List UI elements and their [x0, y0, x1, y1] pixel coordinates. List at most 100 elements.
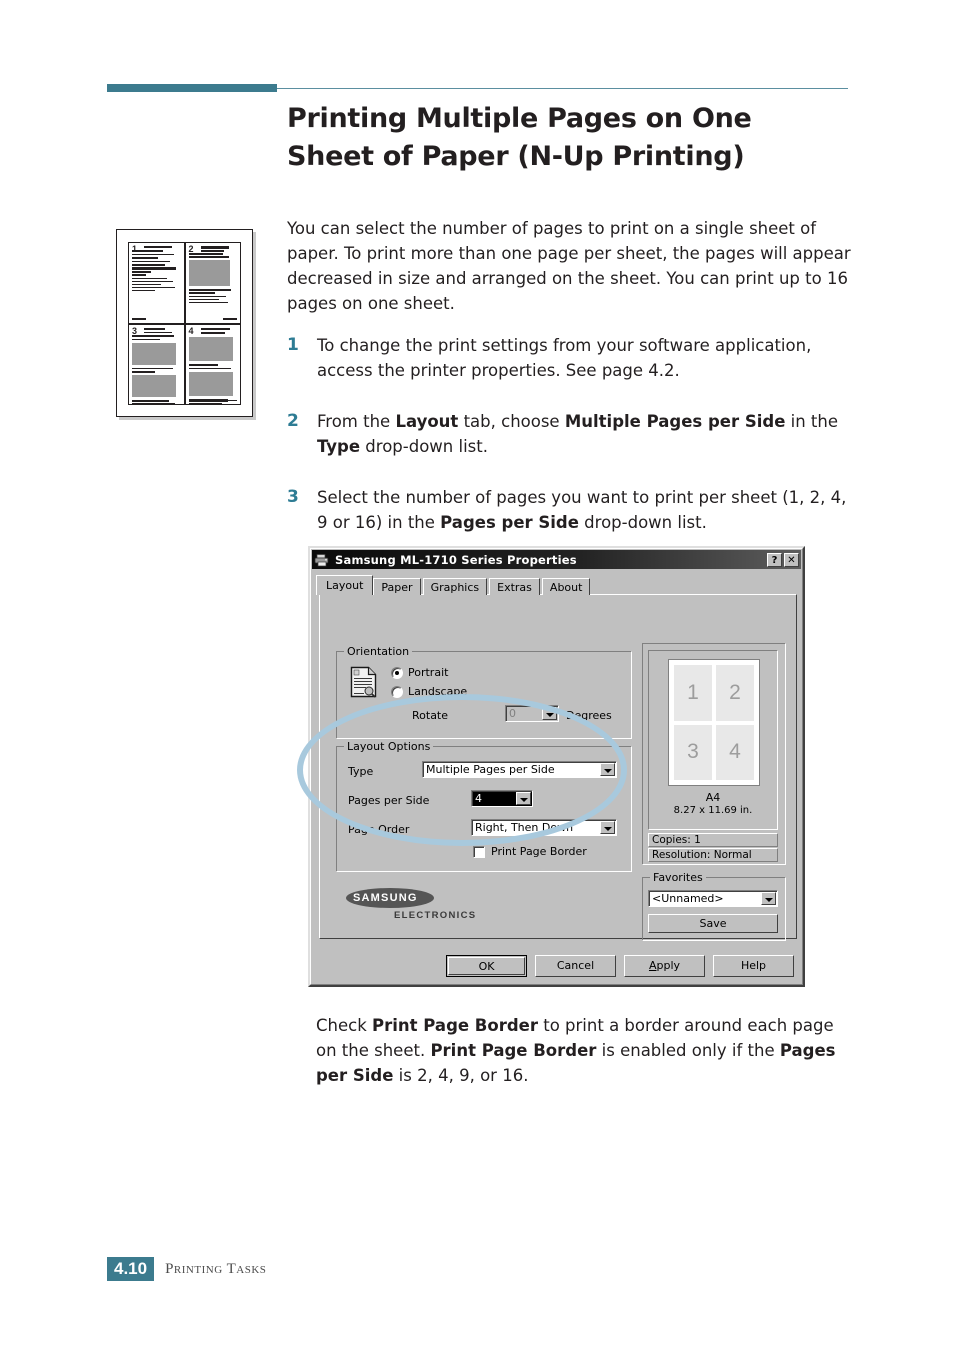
radio-indicator [391, 685, 403, 698]
step-1-number: 1 [287, 335, 299, 355]
dialog-action-buttons: OK Cancel Apply Help [319, 955, 794, 977]
closing-paragraph: Check Print Page Border to print a borde… [316, 1016, 836, 1085]
save-button[interactable]: Save [648, 914, 778, 933]
printer-properties-dialog[interactable]: Samsung ML-1710 Series Properties ? ✕ La… [308, 546, 805, 987]
dialog-title: Samsung ML-1710 Series Properties [335, 552, 577, 567]
preview-cell: 4 [716, 724, 754, 780]
nup-mini-page-content [132, 334, 180, 405]
samsung-brand-text: SAMSUNG [353, 892, 418, 904]
footer-section-title: Printing Tasks [165, 1260, 267, 1277]
orientation-portrait-radio[interactable]: Portrait [391, 666, 448, 679]
intro-paragraph: You can select the number of pages to pr… [287, 219, 851, 313]
orientation-preview-icon [350, 666, 378, 701]
cancel-button[interactable]: Cancel [535, 955, 616, 977]
favorites-combo[interactable]: <Unnamed> [648, 890, 778, 907]
preview-paper-size: 8.27 x 11.69 in. [673, 805, 753, 816]
nup-mini-page-footer [223, 318, 237, 320]
nup-mini-page-footer [132, 399, 146, 401]
orientation-group-label: Orientation [344, 646, 413, 657]
layout-options-group-label: Layout Options [344, 741, 434, 752]
apply-button-label-rest: pply [656, 959, 681, 972]
orientation-portrait-label: Portrait [408, 666, 449, 679]
chevron-down-icon[interactable] [542, 707, 557, 720]
page-order-combo[interactable]: Right, Then Down [471, 819, 617, 836]
pages-per-side-value: 4 [475, 792, 482, 805]
ok-button-label: OK [448, 957, 525, 975]
nup-mini-page-content [132, 246, 180, 248]
type-combo-value: Multiple Pages per Side [426, 763, 555, 776]
preview-cell: 3 [674, 724, 712, 780]
samsung-logo: SAMSUNG ELECTRONICS [346, 888, 506, 926]
footer-page-number: 4.10 [107, 1257, 155, 1281]
preview-well: 1 2 3 4 A4 8.27 x 11.69 in. [648, 650, 778, 830]
help-titlebar-button[interactable]: ? [767, 552, 782, 567]
favorites-group-label: Favorites [650, 872, 706, 883]
preview-cell: 2 [716, 665, 754, 721]
printer-icon [314, 553, 330, 567]
nup-mini-page-content [189, 327, 237, 335]
apply-button[interactable]: Apply [624, 955, 705, 977]
header-accent-bar [107, 84, 277, 92]
radio-indicator [391, 666, 403, 679]
rotate-degrees-value: 0 [509, 707, 516, 720]
step-1: 1 To change the print settings from your… [287, 333, 852, 383]
checkbox-indicator [473, 845, 485, 858]
chevron-down-icon[interactable] [600, 821, 615, 834]
nup-mini-page-number: 2 [188, 244, 194, 254]
chevron-down-icon[interactable] [516, 792, 531, 805]
preview-sheet: 1 2 3 4 [668, 659, 760, 786]
page-order-value: Right, Then Down [475, 821, 574, 834]
nup-mini-page: 4 [184, 323, 241, 405]
help-button[interactable]: Help [713, 955, 794, 977]
nup-mini-page: 1 [128, 242, 185, 324]
dialog-tabstrip[interactable]: Layout Paper Graphics Extras About [316, 575, 592, 595]
step-2: 2 From the Layout tab, choose Multiple P… [287, 409, 852, 459]
nup-mini-page-content [188, 253, 237, 304]
rotate-label: Rotate [412, 709, 449, 722]
pages-per-side-label: Pages per Side [348, 794, 430, 807]
orientation-landscape-radio[interactable]: Landscape [391, 685, 467, 698]
step-2-number: 2 [287, 411, 299, 431]
chevron-down-icon[interactable] [600, 763, 615, 776]
print-page-border-label: Print Page Border [491, 845, 587, 858]
nup-mini-page-footer [132, 318, 146, 320]
page-footer: 4.10 Printing Tasks [107, 1257, 266, 1281]
tab-extras[interactable]: Extras [489, 578, 540, 595]
print-preview-panel: 1 2 3 4 A4 8.27 x 11.69 in. Copies: 1 Re… [642, 643, 786, 865]
step-2-text: From the Layout tab, choose Multiple Pag… [317, 412, 839, 456]
chevron-down-icon[interactable] [761, 892, 776, 905]
nup-mini-page: 3 [128, 323, 185, 405]
orientation-group: Orientation Portrait Landscape Rotate 0 … [336, 646, 632, 739]
tab-paper[interactable]: Paper [373, 578, 421, 595]
nup-mini-page: 2 [184, 242, 241, 324]
layout-tab-panel: Orientation Portrait Landscape Rotate 0 … [319, 594, 797, 941]
ok-button[interactable]: OK [446, 955, 527, 977]
orientation-landscape-label: Landscape [408, 685, 468, 698]
tab-layout[interactable]: Layout [316, 575, 374, 595]
nup-mini-page-content [132, 327, 180, 334]
nup-mini-page-number: 3 [132, 325, 138, 336]
print-page-border-checkbox[interactable]: Print Page Border [473, 845, 587, 858]
nup-illustration-grid: 1 2 3 4 [128, 242, 241, 405]
nup-mini-page-content [132, 249, 180, 292]
nup-illustration: 1 2 3 4 [116, 229, 253, 417]
type-combo[interactable]: Multiple Pages per Side [422, 761, 617, 778]
step-1-text: To change the print settings from your s… [317, 336, 812, 380]
page-title: Printing Multiple Pages on One Sheet of … [287, 100, 857, 176]
pages-per-side-combo[interactable]: 4 [471, 790, 533, 807]
apply-button-accel: A [648, 959, 657, 972]
rotate-degrees-combo[interactable]: 0 [505, 705, 559, 722]
step-3: 3 Select the number of pages you want to… [287, 485, 852, 535]
preview-paper-name: A4 [705, 791, 721, 804]
nup-mini-page-content [189, 246, 237, 252]
nup-mini-page-number: 1 [132, 244, 138, 254]
nup-mini-page-footer [223, 399, 237, 401]
samsung-electronics-text: ELECTRONICS [394, 910, 477, 921]
degrees-label: Degrees [566, 709, 612, 722]
tab-about[interactable]: About [541, 578, 591, 595]
dialog-titlebar[interactable]: Samsung ML-1710 Series Properties ? ✕ [312, 550, 801, 569]
tab-graphics[interactable]: Graphics [422, 578, 488, 595]
layout-options-group: Layout Options Type Multiple Pages per S… [336, 741, 632, 872]
close-icon[interactable]: ✕ [784, 552, 799, 567]
type-label: Type [348, 765, 374, 778]
